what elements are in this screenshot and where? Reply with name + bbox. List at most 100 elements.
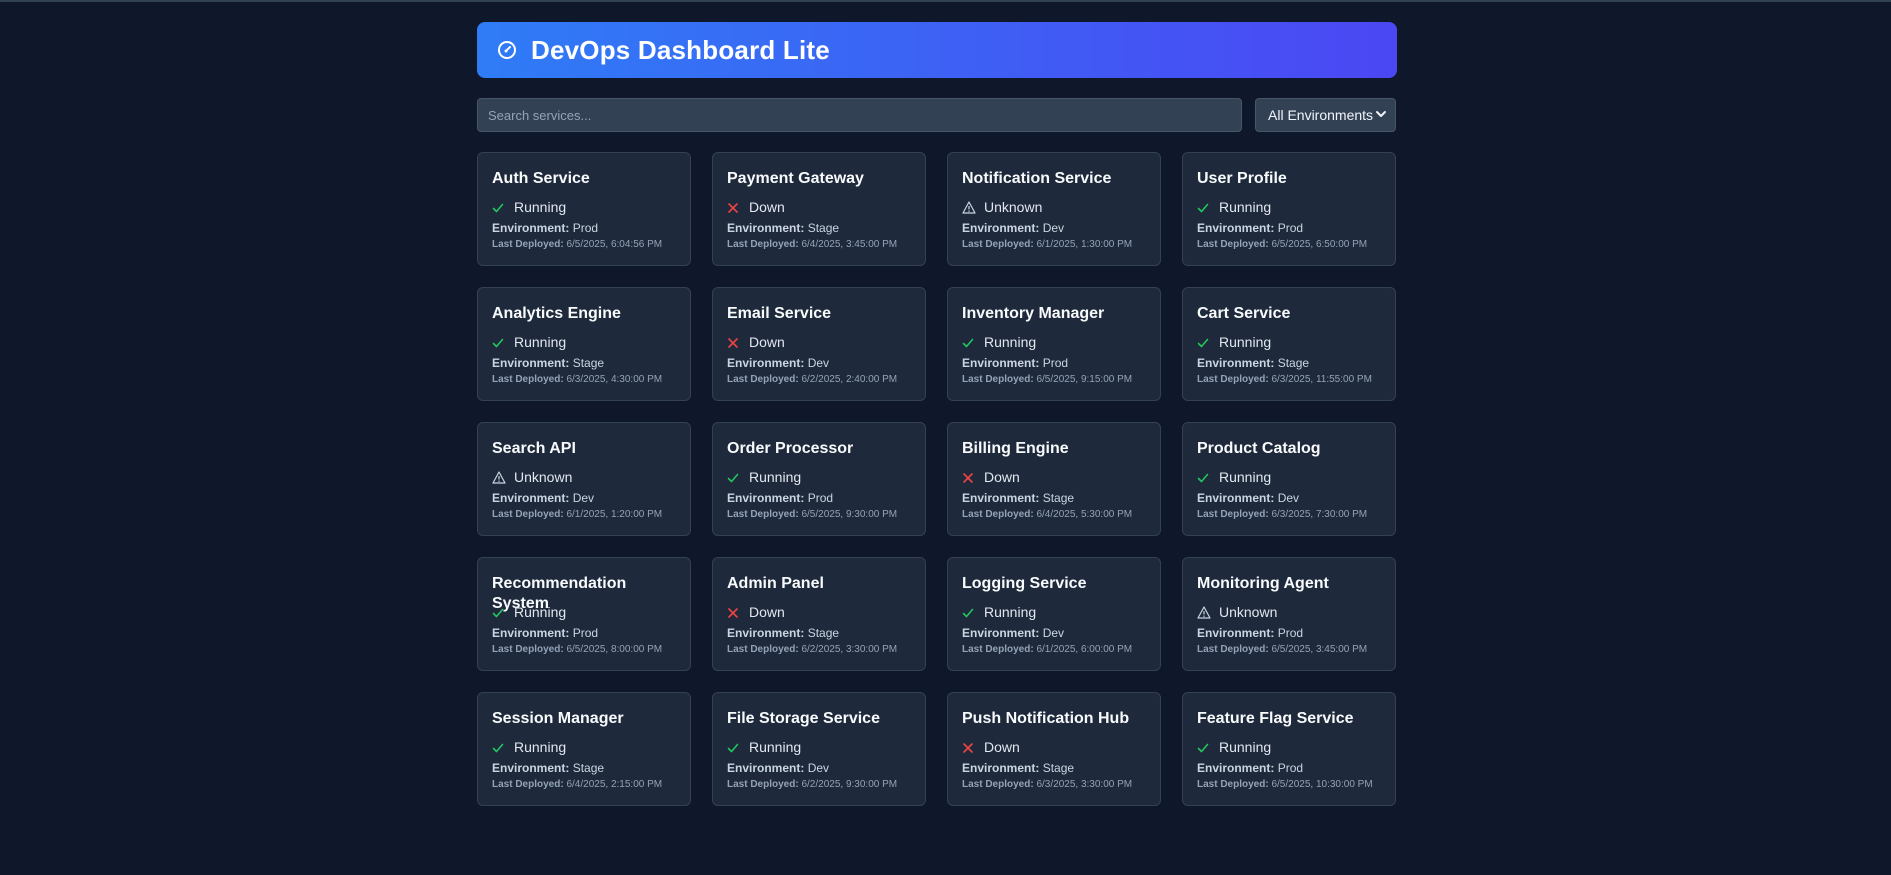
status-text: Running [1219,739,1272,755]
service-card[interactable]: Billing Engine Down Environment: Stage L… [947,422,1161,536]
service-card[interactable]: Email Service Down Environment: Dev Last… [712,287,926,401]
service-card[interactable]: Payment Gateway Down Environment: Stage … [712,152,926,266]
last-deployed-value: 6/4/2025, 3:45:00 PM [801,239,898,250]
environment-label: Environment: [1197,221,1275,235]
service-last-deployed: Last Deployed: 6/1/2025, 1:30:00 PM [962,238,1146,252]
last-deployed-value: 6/4/2025, 2:15:00 PM [566,779,663,790]
service-status: Running [1197,738,1381,756]
service-card[interactable]: Search API Unknown Environment: Dev Last… [477,422,691,536]
environment-label: Environment: [492,626,570,640]
environment-label: Environment: [727,356,805,370]
last-deployed-label: Last Deployed: [962,509,1034,520]
service-name: Billing Engine [962,440,1069,457]
status-text: Unknown [514,469,573,485]
header-banner: DevOps Dashboard Lite [477,22,1397,78]
service-last-deployed: Last Deployed: 6/4/2025, 5:30:00 PM [962,508,1146,522]
status-text: Down [984,739,1020,755]
service-status: Running [1197,198,1381,216]
last-deployed-label: Last Deployed: [492,644,564,655]
service-status: Running [962,603,1146,621]
service-name: Logging Service [962,575,1087,592]
environment-value: Prod [572,221,599,235]
service-status: Down [727,198,911,216]
check-icon [962,336,974,348]
service-last-deployed: Last Deployed: 6/3/2025, 11:55:00 PM [1197,373,1381,387]
service-card[interactable]: Auth Service Running Environment: Prod L… [477,152,691,266]
service-card[interactable]: Cart Service Running Environment: Stage … [1182,287,1396,401]
status-text: Down [749,604,785,620]
check-icon [1197,471,1209,483]
status-text: Running [514,739,567,755]
environment-value: Prod [1277,221,1304,235]
last-deployed-label: Last Deployed: [492,509,564,520]
status-text: Unknown [984,199,1043,215]
last-deployed-label: Last Deployed: [962,644,1034,655]
search-input[interactable] [477,98,1242,132]
service-card[interactable]: Inventory Manager Running Environment: P… [947,287,1161,401]
check-icon [492,201,504,213]
last-deployed-label: Last Deployed: [492,239,564,250]
status-text: Running [514,334,567,350]
last-deployed-label: Last Deployed: [962,374,1034,385]
environment-value: Stage [1042,491,1075,505]
environment-label: Environment: [1197,761,1275,775]
service-card[interactable]: Notification Service Unknown Environment… [947,152,1161,266]
status-text: Running [1219,469,1272,485]
last-deployed-label: Last Deployed: [727,644,799,655]
service-name: User Profile [1197,170,1287,187]
x-icon [727,336,739,348]
service-environment: Environment: Stage [492,355,676,371]
last-deployed-label: Last Deployed: [1197,509,1269,520]
environment-value: Stage [572,356,605,370]
service-last-deployed: Last Deployed: 6/3/2025, 3:30:00 PM [962,778,1146,792]
service-last-deployed: Last Deployed: 6/5/2025, 9:15:00 PM [962,373,1146,387]
service-last-deployed: Last Deployed: 6/5/2025, 3:45:00 PM [1197,643,1381,657]
service-status: Down [962,468,1146,486]
service-last-deployed: Last Deployed: 6/5/2025, 8:00:00 PM [492,643,676,657]
environment-label: Environment: [962,356,1040,370]
x-icon [727,201,739,213]
last-deployed-value: 6/3/2025, 4:30:00 PM [566,374,663,385]
last-deployed-value: 6/1/2025, 1:20:00 PM [566,509,663,520]
service-card[interactable]: Monitoring Agent Unknown Environment: Pr… [1182,557,1396,671]
service-name: Email Service [727,305,832,322]
service-grid: Auth Service Running Environment: Prod L… [477,152,1397,806]
service-last-deployed: Last Deployed: 6/5/2025, 9:30:00 PM [727,508,911,522]
chevron-down-icon [1375,107,1387,123]
service-card[interactable]: Feature Flag Service Running Environment… [1182,692,1396,806]
service-card[interactable]: Analytics Engine Running Environment: St… [477,287,691,401]
check-icon [1197,336,1209,348]
last-deployed-value: 6/2/2025, 9:30:00 PM [801,779,898,790]
last-deployed-value: 6/5/2025, 9:30:00 PM [801,509,898,520]
service-card[interactable]: File Storage Service Running Environment… [712,692,926,806]
environment-label: Environment: [727,221,805,235]
service-status: Running [492,603,676,621]
service-status: Running [727,468,911,486]
warning-icon [492,471,506,484]
last-deployed-value: 6/5/2025, 6:04:56 PM [566,239,663,250]
environment-label: Environment: [492,221,570,235]
service-card[interactable]: User Profile Running Environment: Prod L… [1182,152,1396,266]
service-card[interactable]: Admin Panel Down Environment: Stage Last… [712,557,926,671]
check-icon [492,606,504,618]
service-environment: Environment: Stage [727,220,911,236]
environment-label: Environment: [492,761,570,775]
service-status: Running [962,333,1146,351]
service-environment: Environment: Prod [1197,625,1381,641]
service-card[interactable]: Recommendation System Running Environmen… [477,557,691,671]
environment-select[interactable]: All Environments [1255,98,1396,132]
service-card[interactable]: Logging Service Running Environment: Dev… [947,557,1161,671]
service-status: Running [492,333,676,351]
last-deployed-value: 6/5/2025, 6:50:00 PM [1271,239,1368,250]
environment-label: Environment: [962,626,1040,640]
status-text: Running [749,469,802,485]
service-card[interactable]: Order Processor Running Environment: Pro… [712,422,926,536]
last-deployed-label: Last Deployed: [1197,374,1269,385]
service-status: Running [1197,333,1381,351]
service-card[interactable]: Product Catalog Running Environment: Dev… [1182,422,1396,536]
environment-label: Environment: [962,761,1040,775]
service-card[interactable]: Session Manager Running Environment: Sta… [477,692,691,806]
service-card[interactable]: Push Notification Hub Down Environment: … [947,692,1161,806]
environment-value: Stage [1042,761,1075,775]
last-deployed-value: 6/3/2025, 11:55:00 PM [1271,374,1372,385]
